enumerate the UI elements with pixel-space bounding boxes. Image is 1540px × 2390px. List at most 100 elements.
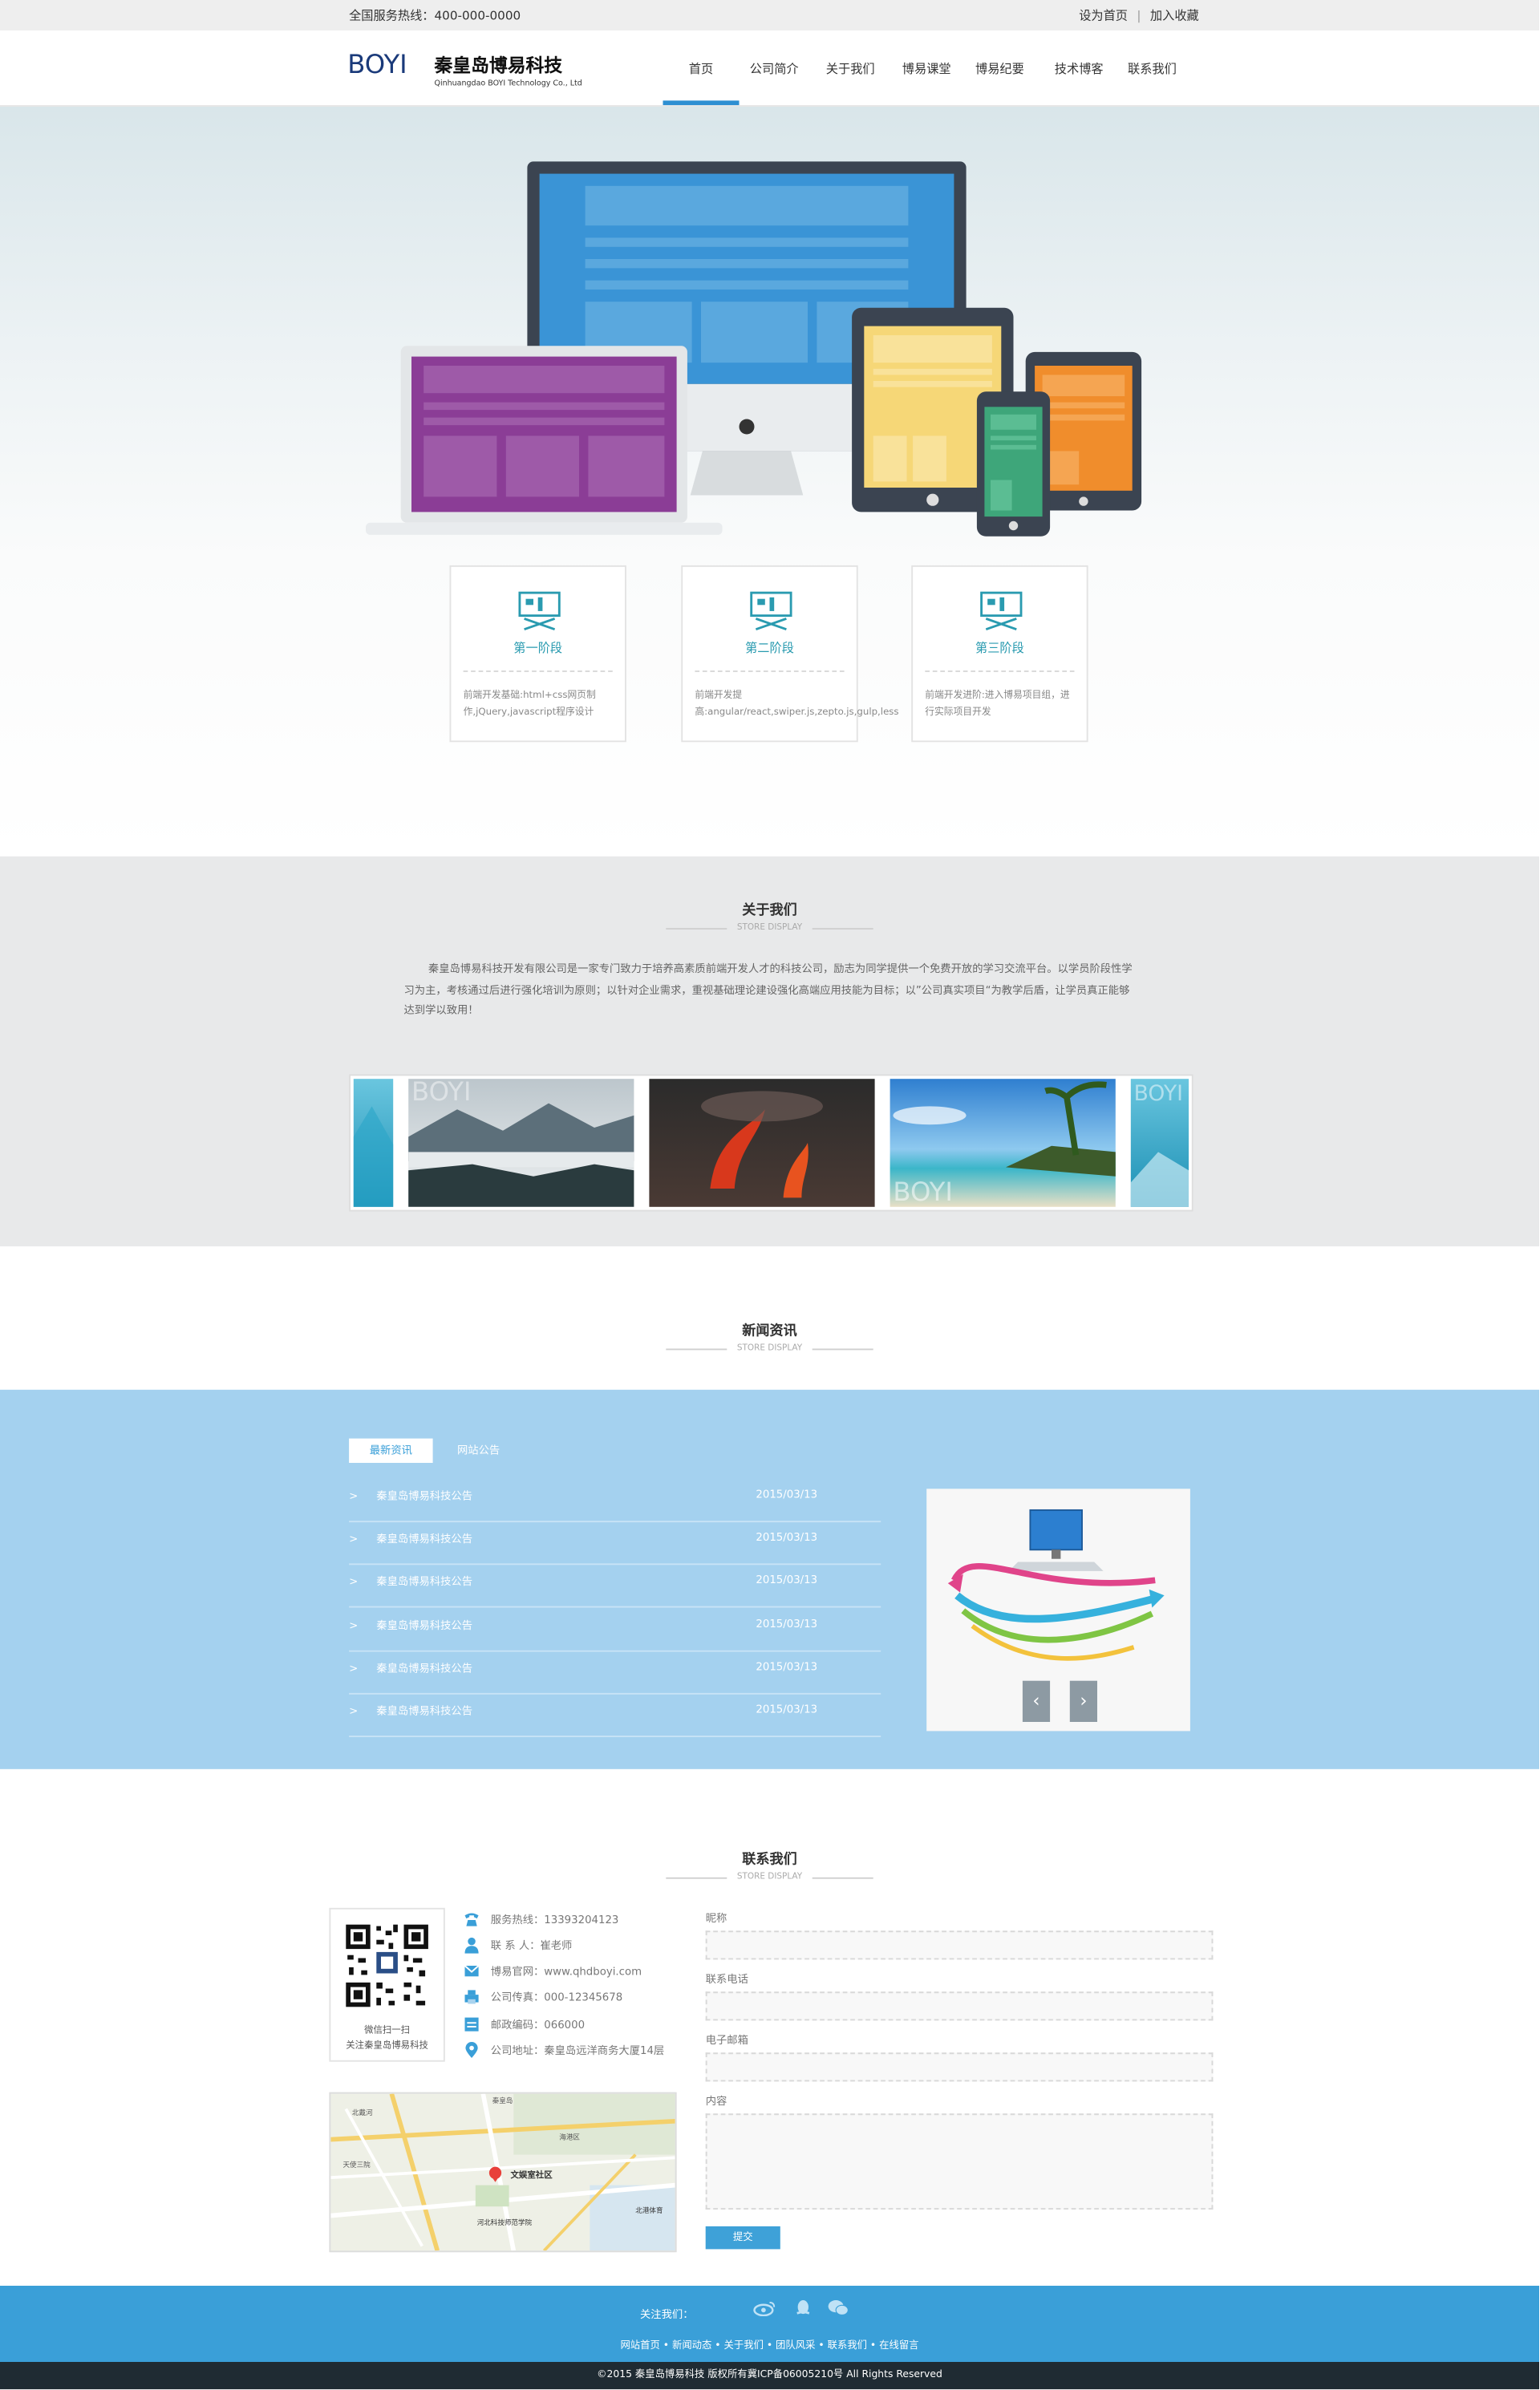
news-title: 秦皇岛博易科技公告	[376, 1705, 472, 1718]
divider	[463, 670, 613, 672]
news-title: 秦皇岛博易科技公告	[376, 1619, 472, 1632]
phone-label: 联系电话	[705, 1973, 748, 1986]
contact-person: 联 系 人：崔老师	[490, 1939, 573, 1952]
location-map[interactable]: 文娱室社区 北戴河 河北科技师范学院 秦皇岛 天使三院 海港区 北港体育	[329, 2092, 677, 2253]
stage-card-3[interactable]: 第三阶段 前端开发进阶:进入博易项目组，进行实际项目开发	[911, 565, 1088, 743]
nav-item-company[interactable]: 公司简介	[744, 61, 804, 78]
presentation-icon	[518, 591, 561, 631]
news-row[interactable]: > 秦皇岛博易科技公告 2015/03/13	[349, 1478, 881, 1523]
map-label: 天使三院	[343, 2160, 371, 2169]
phone-icon	[464, 1913, 479, 1926]
header: BOYI 秦皇岛博易科技 Qinhuangdao BOYI Technology…	[0, 30, 1539, 107]
news-image-slider	[926, 1489, 1190, 1732]
nav-item-contact[interactable]: 联系我们	[1121, 61, 1182, 78]
slider-next-button[interactable]: ›	[1069, 1680, 1097, 1722]
nav-item-blog[interactable]: 技术博客	[1048, 61, 1109, 78]
nav-active-indicator	[663, 100, 740, 106]
divider	[695, 670, 845, 672]
copyright-bar: ©2015 秦皇岛博易科技 版权所有冀ICP备06005210号 All Rig…	[0, 2362, 1539, 2390]
news-date: 2015/03/13	[756, 1661, 818, 1674]
nickname-label: 昵称	[705, 1912, 727, 1925]
chevron-right-icon: >	[349, 1662, 359, 1675]
location-icon	[465, 2042, 478, 2058]
mail-icon	[464, 1965, 480, 1977]
news-row[interactable]: > 秦皇岛博易科技公告 2015/03/13	[349, 1563, 881, 1608]
news-row[interactable]: > 秦皇岛博易科技公告 2015/03/13	[349, 1608, 881, 1652]
news-subtitle: STORE DISPLAY	[736, 1343, 803, 1354]
watermark-text: BOYI	[893, 1177, 953, 1207]
news-date: 2015/03/13	[756, 1531, 818, 1544]
stage-description: 前端开发提高:angular/react,swiper.js,zepto.js,…	[695, 690, 899, 718]
computer-illustration	[947, 1509, 1165, 1661]
about-title: 关于我们	[742, 903, 797, 919]
tab-site-notice[interactable]: 网站公告	[440, 1439, 517, 1463]
news-title: 秦皇岛博易科技公告	[376, 1662, 472, 1675]
map-marker-label: 文娱室社区	[511, 2169, 553, 2180]
nav-item-classroom[interactable]: 博易课堂	[896, 61, 957, 78]
chevron-right-icon: >	[349, 1619, 359, 1632]
qq-icon[interactable]	[794, 2299, 813, 2316]
stage-description: 前端开发进阶:进入博易项目组，进行实际项目开发	[925, 690, 1070, 718]
follow-us-label: 关注我们：	[640, 2308, 694, 2321]
brand-name: 秦皇岛博易科技	[434, 55, 563, 76]
news-row[interactable]: > 秦皇岛博易科技公告 2015/03/13	[349, 1693, 881, 1737]
qr-caption-line1: 微信扫一扫	[364, 2025, 411, 2036]
map-label: 北戴河	[352, 2108, 373, 2117]
watermark-text: BOYI	[411, 1076, 471, 1107]
nav-item-home[interactable]: 首页	[679, 61, 724, 78]
email-input[interactable]	[705, 2052, 1214, 2082]
stage-card-1[interactable]: 第一阶段 前端开发基础:html+css网页制作,jQuery,javascri…	[449, 565, 626, 743]
wechat-icon[interactable]	[828, 2299, 849, 2316]
map-label: 秦皇岛	[492, 2096, 513, 2105]
stage-title: 第三阶段	[975, 641, 1024, 655]
wechat-qr-card: 微信扫一扫 关注秦皇岛博易科技	[329, 1907, 445, 2062]
contact-hotline: 服务热线：13393204123	[490, 1914, 619, 1926]
news-date: 2015/03/13	[756, 1703, 818, 1716]
image-carousel[interactable]: BOYI BOYI BOYI	[349, 1074, 1194, 1212]
divider	[925, 670, 1075, 672]
qr-caption-line2: 关注秦皇岛博易科技	[346, 2040, 428, 2052]
map-label: 河北科技师范学院	[477, 2218, 533, 2227]
chevron-right-icon: >	[349, 1705, 359, 1718]
footer-links[interactable]: 网站首页 • 新闻动态 • 关于我们 • 团队风采 • 联系我们 • 在线留言	[0, 2336, 1539, 2352]
postcode-icon	[464, 2017, 479, 2032]
content-label: 内容	[705, 2095, 727, 2108]
set-home-link[interactable]: 设为首页	[1079, 9, 1128, 22]
tab-latest-news[interactable]: 最新资讯	[349, 1438, 433, 1463]
bookmark-link[interactable]: 加入收藏	[1150, 9, 1199, 22]
presentation-icon	[750, 591, 792, 631]
nickname-input[interactable]	[705, 1930, 1214, 1960]
watermark-text: BOYI	[1134, 1081, 1183, 1106]
qr-code-icon	[342, 1921, 432, 2011]
stage-description: 前端开发基础:html+css网页制作,jQuery,javascript程序设…	[463, 690, 596, 718]
news-row[interactable]: > 秦皇岛博易科技公告 2015/03/13	[349, 1651, 881, 1695]
person-icon	[464, 1937, 479, 1954]
service-hotline: 全国服务热线：400-000-0000	[349, 9, 521, 23]
nav-item-summary[interactable]: 博易纪要	[969, 61, 1030, 78]
stage-title: 第一阶段	[513, 641, 563, 655]
map-label: 海港区	[559, 2133, 580, 2142]
stage-title: 第二阶段	[745, 641, 794, 655]
top-links: 设为首页 | 加入收藏	[1079, 8, 1199, 25]
news-row[interactable]: > 秦皇岛博易科技公告 2015/03/13	[349, 1521, 881, 1566]
news-title: 新闻资讯	[742, 1324, 797, 1340]
weibo-icon[interactable]	[753, 2299, 777, 2316]
submit-button[interactable]: 提交	[705, 2226, 780, 2250]
news-title: 秦皇岛博易科技公告	[376, 1490, 472, 1503]
contact-title: 联系我们	[742, 1853, 797, 1869]
news-date: 2015/03/13	[756, 1489, 818, 1501]
phone-input[interactable]	[705, 1991, 1214, 2021]
contact-fax: 公司传真：000-12345678	[490, 1991, 623, 2004]
nav-item-about[interactable]: 关于我们	[820, 61, 881, 78]
logo[interactable]: BOYI	[347, 51, 407, 81]
contact-website: 博易官网：www.qhdboyi.com	[490, 1966, 642, 1979]
qr-caption: 微信扫一扫 关注秦皇岛博易科技	[330, 2023, 444, 2054]
top-bar: 全国服务热线：400-000-0000 设为首页 | 加入收藏	[0, 0, 1539, 30]
content-textarea[interactable]	[705, 2113, 1214, 2210]
stage-card-2[interactable]: 第二阶段 前端开发提高:angular/react,swiper.js,zept…	[681, 565, 899, 743]
news-title: 秦皇岛博易科技公告	[376, 1533, 472, 1545]
chevron-right-icon: >	[349, 1533, 359, 1545]
chevron-right-icon: >	[349, 1490, 359, 1503]
slider-prev-button[interactable]: ‹	[1022, 1680, 1051, 1722]
page: 全国服务热线：400-000-0000 设为首页 | 加入收藏 BOYI 秦皇岛博易…	[0, 0, 1539, 2390]
